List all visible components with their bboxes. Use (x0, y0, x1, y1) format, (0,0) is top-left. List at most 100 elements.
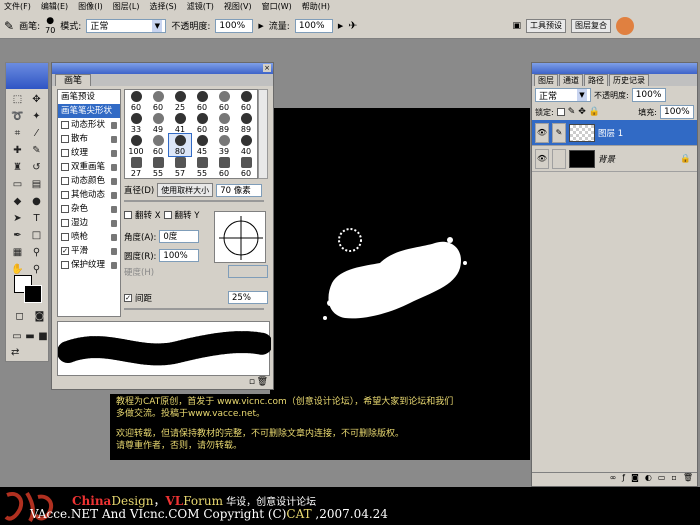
brush-preset[interactable]: 60 (125, 90, 147, 112)
brush-preset[interactable]: 41 (169, 112, 191, 134)
document-canvas[interactable] (270, 108, 530, 394)
brush-setting-10[interactable]: 喷枪 (58, 230, 120, 244)
opacity-input[interactable]: 100% (215, 18, 254, 33)
brush-preset[interactable]: 45 (191, 134, 213, 156)
brush-setting-checkbox[interactable] (61, 177, 69, 185)
brush-setting-checkbox[interactable] (61, 135, 69, 143)
mode-select[interactable]: 正常 ▼ (86, 18, 167, 33)
jump-to-imageready-icon[interactable]: ⇄ (11, 347, 19, 358)
brush-setting-5[interactable]: 双重画笔 (58, 160, 120, 174)
brush-setting-checkbox[interactable]: ✓ (61, 247, 69, 255)
brush-preset[interactable]: 60 (213, 156, 235, 178)
brush-setting-checkbox[interactable] (61, 191, 69, 199)
menu-item-6[interactable]: 视图(V) (224, 1, 252, 12)
menu-item-2[interactable]: 图像(I) (78, 1, 103, 12)
slice-tool-icon[interactable]: ⁄ (28, 126, 45, 142)
move-tool-icon[interactable]: ✥ (28, 92, 45, 108)
lock-icon[interactable] (111, 149, 117, 157)
lasso-tool-icon[interactable]: ➰ (9, 109, 26, 125)
quickmask-mode-icon[interactable]: ◙ (31, 309, 48, 325)
lock-icon[interactable] (111, 121, 117, 129)
flip-x-checkbox[interactable] (124, 211, 132, 219)
spacing-slider[interactable] (124, 308, 264, 310)
brush-preset[interactable]: 25 (169, 90, 191, 112)
lock-icon[interactable] (111, 191, 117, 199)
healing-tool-icon[interactable]: ✚ (9, 143, 26, 159)
new-layer-icon[interactable]: ▫ (671, 473, 676, 486)
new-brush-icon[interactable]: ▫ (249, 377, 255, 387)
flow-arrow-icon[interactable]: ▶ (338, 22, 343, 30)
brush-preset[interactable]: 55 (147, 156, 169, 178)
tab-brush[interactable]: 画笔 (55, 74, 92, 86)
dodge-tool-icon[interactable]: ● (28, 194, 45, 210)
gradient-tool-icon[interactable]: ▤ (28, 177, 45, 193)
layer-style-icon[interactable]: ƒ (622, 473, 625, 486)
lock-pixels-icon[interactable]: ✎ (568, 107, 576, 117)
tab-layers-0[interactable]: 图层 (534, 74, 558, 86)
brush-preset[interactable]: 57 (169, 156, 191, 178)
angle-roundness-widget[interactable] (214, 211, 266, 263)
menu-item-8[interactable]: 帮助(H) (302, 1, 330, 12)
tab-layers-2[interactable]: 路径 (584, 74, 608, 86)
brush-setting-checkbox[interactable] (61, 149, 69, 157)
menu-item-3[interactable]: 图层(L) (113, 1, 140, 12)
eraser-tool-icon[interactable]: ▭ (9, 177, 26, 193)
brush-preset[interactable]: 89 (213, 112, 235, 134)
brush-setting-checkbox[interactable] (61, 121, 69, 129)
adjustment-layer-icon[interactable]: ◐ (645, 473, 652, 486)
menu-item-0[interactable]: 文件(F) (4, 1, 31, 12)
brush-link-icon[interactable]: ✎ (552, 122, 566, 143)
brush-setting-4[interactable]: 纹理 (58, 146, 120, 160)
lock-icon[interactable] (111, 247, 117, 255)
roundness-input[interactable]: 100% (159, 249, 200, 262)
lock-icon[interactable] (111, 135, 117, 143)
layer-opacity-input[interactable]: 100% (631, 88, 666, 102)
brush-setting-1[interactable]: 画笔笔尖形状 (58, 104, 120, 118)
brush-preset[interactable]: 49 (147, 112, 169, 134)
brush-setting-checkbox[interactable] (61, 219, 69, 227)
link-layers-icon[interactable]: ∞ (610, 473, 617, 486)
brush-preset[interactable]: 33 (125, 112, 147, 134)
tab-layers-3[interactable]: 历史记录 (609, 74, 649, 86)
crop-tool-icon[interactable]: ⌗ (9, 126, 26, 142)
eye-icon[interactable]: 👁 (535, 122, 549, 143)
brush-setting-12[interactable]: 保护纹理 (58, 258, 120, 272)
blur-tool-icon[interactable]: ◆ (9, 194, 26, 210)
spacing-input[interactable]: 25% (228, 291, 268, 304)
brush-setting-8[interactable]: 杂色 (58, 202, 120, 216)
trash-icon[interactable]: 🗑 (257, 377, 268, 387)
marquee-tool-icon[interactable]: ⬚ (9, 92, 26, 108)
brush-setting-0[interactable]: 画笔预设 (58, 90, 120, 104)
lock-transparency-icon[interactable] (556, 108, 565, 116)
lock-icon[interactable] (111, 233, 117, 241)
opacity-arrow-icon[interactable]: ▶ (258, 22, 263, 30)
background-color[interactable] (24, 285, 42, 303)
brush-panel-titlebar[interactable]: × (52, 63, 273, 74)
brush-preset[interactable]: 100 (125, 134, 147, 156)
lock-icon[interactable] (111, 261, 117, 269)
eye-icon[interactable]: 👁 (535, 148, 549, 169)
layer-row-layer1[interactable]: 👁 ✎ 图层 1 (532, 120, 697, 146)
close-icon[interactable]: × (263, 64, 271, 72)
tool-presets-button[interactable]: 工具预设 (525, 18, 566, 33)
lock-icon[interactable] (111, 163, 117, 171)
notes-tool-icon[interactable]: ▦ (9, 245, 26, 261)
brush-setting-11[interactable]: ✓ 平滑 (58, 244, 120, 258)
menu-item-5[interactable]: 滤镜(T) (187, 1, 214, 12)
brush-preset[interactable]: 60 (191, 112, 213, 134)
tab-layers-1[interactable]: 通道 (559, 74, 583, 86)
magic-wand-icon[interactable]: ✦ (28, 109, 45, 125)
lock-icon[interactable] (111, 177, 117, 185)
screen-mode-1-icon[interactable]: ▭ (11, 329, 23, 345)
layer-comps-button[interactable]: 图层复合 (570, 18, 611, 33)
brush-preset[interactable]: 60 (191, 90, 213, 112)
brush-preset[interactable]: 80 (168, 133, 192, 157)
lock-icon[interactable] (111, 219, 117, 227)
menu-item-1[interactable]: 编辑(E) (41, 1, 68, 12)
standard-mode-icon[interactable]: ◻ (11, 309, 28, 325)
brush-setting-7[interactable]: 其他动态 (58, 188, 120, 202)
diameter-slider[interactable] (124, 200, 264, 202)
type-tool-icon[interactable]: T (28, 211, 45, 227)
screen-mode-3-icon[interactable]: ■ (37, 329, 49, 345)
brush-setting-6[interactable]: 动态颜色 (58, 174, 120, 188)
